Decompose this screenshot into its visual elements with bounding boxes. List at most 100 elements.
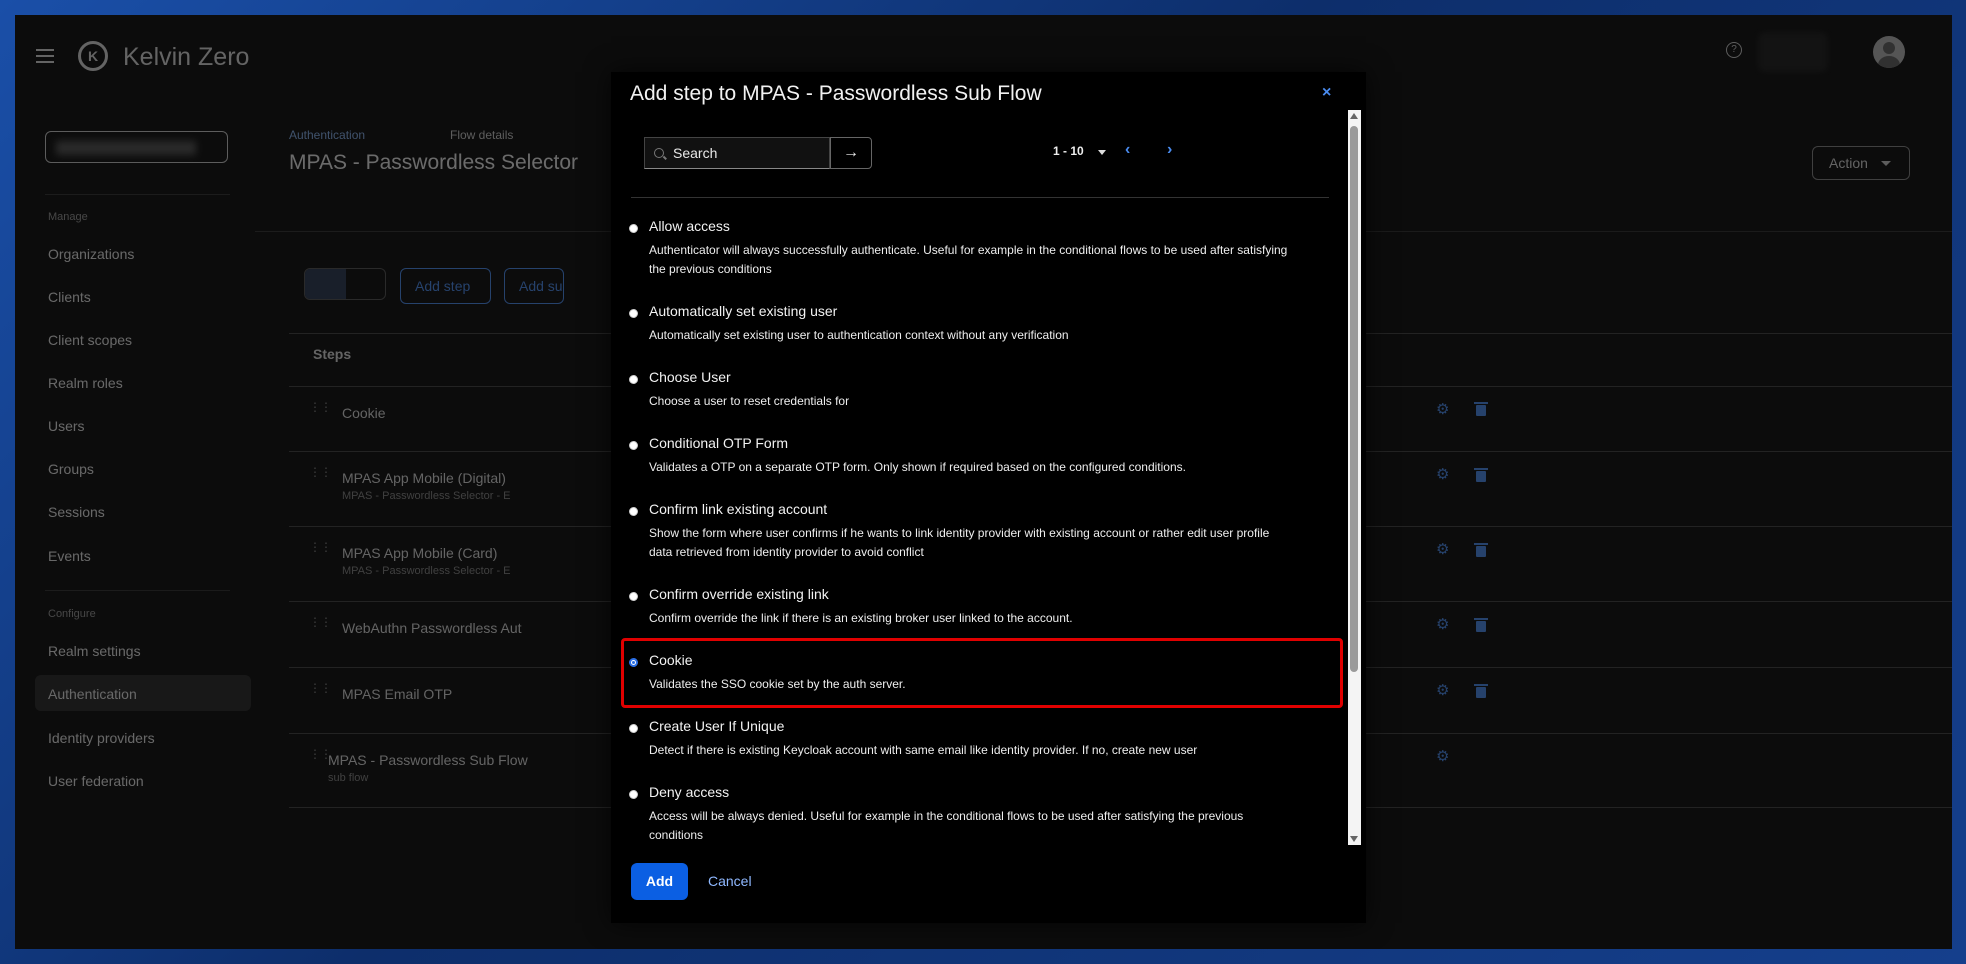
sidebar-item-clients[interactable]: Clients bbox=[48, 289, 91, 305]
add-sub-flow-button[interactable]: Add sub-flow bbox=[504, 268, 564, 304]
radio-automatically-set-existing-user[interactable] bbox=[629, 309, 638, 318]
trash-icon[interactable] bbox=[1474, 543, 1488, 557]
add-button[interactable]: Add bbox=[631, 863, 688, 900]
gear-icon[interactable]: ⚙ bbox=[1436, 681, 1449, 699]
sidebar-item-identity-providers[interactable]: Identity providers bbox=[48, 730, 155, 746]
radio-confirm-override-existing-link[interactable] bbox=[629, 592, 638, 601]
modal-divider bbox=[631, 197, 1329, 198]
option-description: Detect if there is existing Keycloak acc… bbox=[649, 743, 1198, 757]
logo-icon: K bbox=[78, 41, 108, 71]
trash-icon[interactable] bbox=[1474, 402, 1488, 416]
radio-deny-access[interactable] bbox=[629, 790, 638, 799]
radio-confirm-link-existing-account[interactable] bbox=[629, 507, 638, 516]
option-name: Choose User bbox=[649, 369, 731, 385]
option-name: Automatically set existing user bbox=[649, 303, 838, 319]
next-page-icon[interactable]: › bbox=[1167, 141, 1172, 159]
cancel-button[interactable]: Cancel bbox=[708, 863, 752, 900]
option-description: Access will be always denied. Useful for… bbox=[649, 809, 1244, 842]
drag-handle-icon[interactable]: ⋮⋮ bbox=[309, 681, 332, 695]
trash-icon[interactable] bbox=[1474, 684, 1488, 698]
step-title: MPAS App Mobile (Card) bbox=[342, 545, 498, 561]
gear-icon[interactable]: ⚙ bbox=[1436, 400, 1449, 418]
option-description: Confirm override the link if there is an… bbox=[649, 611, 1073, 625]
breadcrumb-authentication[interactable]: Authentication bbox=[289, 128, 365, 142]
drag-handle-icon[interactable]: ⋮⋮ bbox=[309, 540, 332, 554]
selection-highlight bbox=[621, 638, 1343, 708]
option-description: Show the form where user confirms if he … bbox=[649, 526, 1270, 559]
option-description: Validates a OTP on a separate OTP form. … bbox=[649, 460, 1186, 474]
sidebar-item-users[interactable]: Users bbox=[48, 418, 85, 434]
page-title: MPAS - Passwordless Selector bbox=[289, 151, 579, 174]
step-title: Cookie bbox=[342, 405, 386, 421]
brand-name: Kelvin Zero bbox=[123, 43, 250, 71]
sidebar-item-client-scopes[interactable]: Client scopes bbox=[48, 332, 132, 348]
realm-selector[interactable] bbox=[45, 131, 228, 163]
gear-icon[interactable]: ⚙ bbox=[1436, 615, 1449, 633]
option-name: Deny access bbox=[649, 784, 730, 800]
app-window: K Kelvin Zero ? Manage Organizations Cli… bbox=[15, 15, 1952, 949]
gear-icon[interactable]: ⚙ bbox=[1436, 465, 1449, 483]
sidebar-item-groups[interactable]: Groups bbox=[48, 461, 94, 477]
option-description: Authenticator will always successfully a… bbox=[649, 243, 1288, 276]
gear-icon[interactable]: ⚙ bbox=[1436, 747, 1449, 765]
sidebar-item-authentication[interactable]: Authentication bbox=[48, 686, 137, 702]
scrollbar-thumb[interactable] bbox=[1350, 126, 1358, 672]
sidebar-item-sessions[interactable]: Sessions bbox=[48, 504, 105, 520]
gear-icon[interactable]: ⚙ bbox=[1436, 540, 1449, 558]
table-view-icon[interactable] bbox=[305, 269, 346, 299]
sidebar-item-events[interactable]: Events bbox=[48, 548, 91, 564]
radio-conditional-otp-form[interactable] bbox=[629, 441, 638, 450]
option-name: Create User If Unique bbox=[649, 718, 785, 734]
add-step-button[interactable]: Add step bbox=[400, 268, 491, 304]
action-dropdown[interactable]: Action bbox=[1812, 146, 1910, 180]
sidebar: Manage Organizations Clients Client scop… bbox=[15, 87, 255, 949]
radio-create-user-if-unique[interactable] bbox=[629, 724, 638, 733]
steps-column-header: Steps bbox=[313, 346, 352, 362]
help-icon[interactable]: ? bbox=[1726, 42, 1742, 58]
breadcrumb-flow-details: Flow details bbox=[450, 128, 514, 142]
step-title: MPAS Email OTP bbox=[342, 686, 453, 702]
add-step-modal: Add step to MPAS - Passwordless Sub Flow… bbox=[611, 72, 1366, 923]
pagination-range[interactable]: 1 - 10 bbox=[1053, 144, 1084, 158]
search-input[interactable] bbox=[673, 144, 823, 162]
sidebar-item-organizations[interactable]: Organizations bbox=[48, 246, 134, 262]
radio-choose-user[interactable] bbox=[629, 375, 638, 384]
trash-icon[interactable] bbox=[1474, 468, 1488, 482]
option-description: Automatically set existing user to authe… bbox=[649, 328, 1069, 342]
step-title: MPAS - Passwordless Sub Flow bbox=[328, 752, 528, 768]
trash-icon[interactable] bbox=[1474, 618, 1488, 632]
option-name: Confirm override existing link bbox=[649, 586, 829, 602]
step-subtitle: sub flow bbox=[328, 772, 369, 784]
close-icon[interactable]: × bbox=[1322, 84, 1331, 102]
drag-handle-icon[interactable]: ⋮⋮ bbox=[309, 615, 332, 629]
modal-title: Add step to MPAS - Passwordless Sub Flow bbox=[630, 82, 1042, 105]
sidebar-item-realm-roles[interactable]: Realm roles bbox=[48, 375, 123, 391]
scroll-down-icon[interactable] bbox=[1350, 836, 1358, 842]
drag-handle-icon[interactable]: ⋮⋮ bbox=[309, 400, 332, 414]
previous-page-icon[interactable]: ‹ bbox=[1125, 141, 1130, 159]
sidebar-item-user-federation[interactable]: User federation bbox=[48, 773, 144, 789]
chevron-down-icon[interactable] bbox=[1098, 150, 1106, 155]
sidebar-section-configure: Configure bbox=[48, 608, 96, 620]
user-name-redacted[interactable] bbox=[1758, 32, 1828, 72]
step-title: MPAS App Mobile (Digital) bbox=[342, 470, 506, 486]
step-subtitle: MPAS - Passwordless Selector - E bbox=[342, 490, 511, 502]
scroll-up-icon[interactable] bbox=[1350, 113, 1358, 119]
sidebar-divider bbox=[45, 194, 230, 195]
sidebar-item-realm-settings[interactable]: Realm settings bbox=[48, 643, 141, 659]
search-field[interactable] bbox=[644, 137, 830, 169]
view-toggle[interactable] bbox=[304, 268, 386, 300]
menu-icon[interactable] bbox=[36, 49, 54, 63]
sidebar-divider bbox=[45, 590, 230, 591]
option-name: Conditional OTP Form bbox=[649, 435, 789, 451]
search-submit-button[interactable]: → bbox=[830, 137, 872, 169]
step-subtitle: MPAS - Passwordless Selector - E bbox=[342, 565, 511, 577]
sidebar-section-manage: Manage bbox=[48, 211, 88, 223]
radio-allow-access[interactable] bbox=[629, 224, 638, 233]
option-name: Allow access bbox=[649, 218, 730, 234]
avatar[interactable] bbox=[1873, 36, 1905, 68]
option-description: Choose a user to reset credentials for bbox=[649, 394, 850, 408]
scrollbar[interactable] bbox=[1348, 110, 1361, 845]
drag-handle-icon[interactable]: ⋮⋮ bbox=[309, 465, 332, 479]
step-title: WebAuthn Passwordless Aut bbox=[342, 620, 522, 636]
